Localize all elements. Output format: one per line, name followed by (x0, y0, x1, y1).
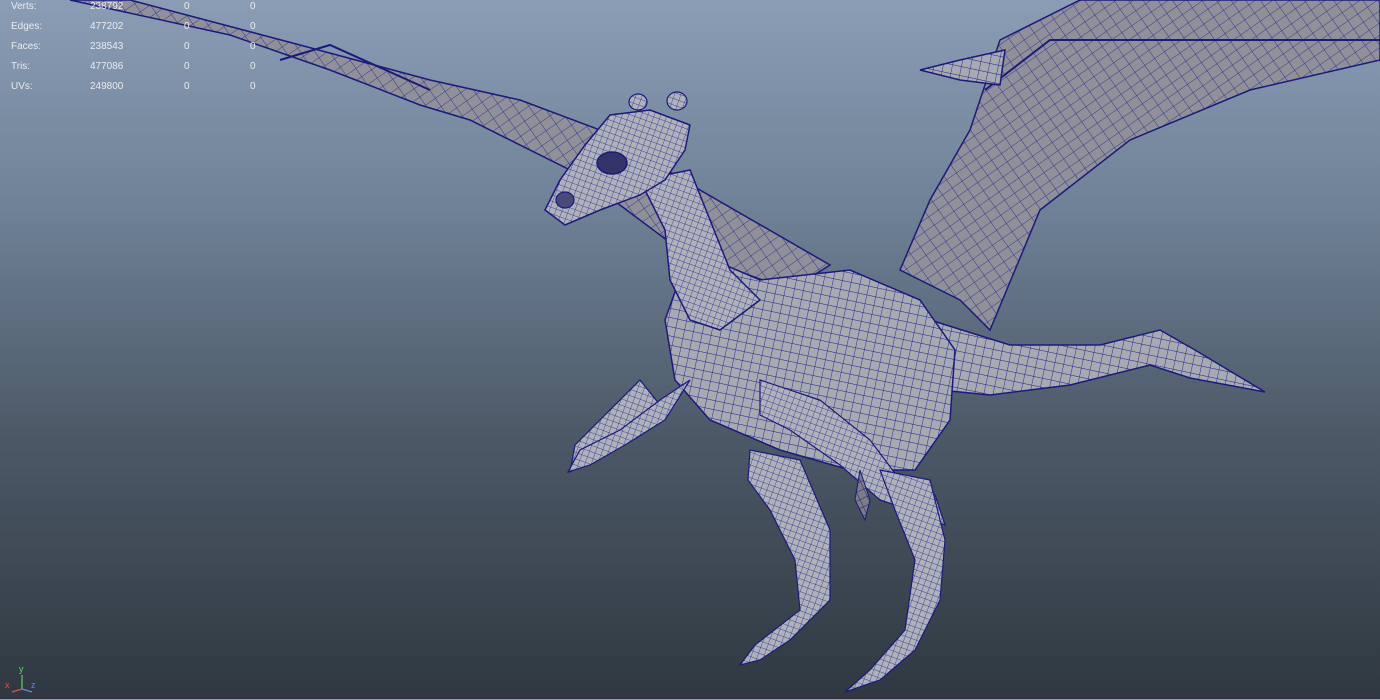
hud-row-uvs: UVs: 249800 0 0 (0, 80, 270, 100)
hud-row-faces: Faces: 238543 0 0 (0, 40, 270, 60)
axis-gizmo-icon (11, 675, 33, 693)
axis-y-label: y (19, 664, 24, 674)
tail (929, 318, 1266, 396)
hud-label: Edges: (11, 21, 43, 32)
hud-total: 477202 (90, 21, 124, 32)
hud-components: 0 (250, 21, 256, 32)
hud-selected: 0 (184, 41, 190, 52)
viewport-3d[interactable]: Verts: 238792 0 0 Edges: 477202 0 0 Face… (0, 0, 1380, 699)
poly-count-hud: Verts: 238792 0 0 Edges: 477202 0 0 Face… (0, 0, 270, 100)
hud-total: 238543 (90, 41, 124, 52)
right-wing (899, 0, 1380, 332)
dragon-mesh-wireframe[interactable] (0, 0, 1380, 699)
hud-components: 0 (250, 81, 256, 92)
hud-label: UVs: (11, 81, 33, 92)
hud-selected: 0 (184, 81, 190, 92)
hud-row-tris: Tris: 477086 0 0 (0, 60, 270, 80)
hud-label: Faces: (11, 41, 42, 52)
hud-total: 477086 (90, 61, 124, 72)
hud-label: Verts: (11, 1, 37, 12)
hud-selected: 0 (184, 61, 190, 72)
axis-gizmo: y x z (4, 665, 44, 695)
hud-total: 238792 (90, 1, 124, 12)
axis-z-label: z (31, 680, 36, 690)
axis-x-label: x (5, 680, 10, 690)
hud-label: Tris: (11, 61, 31, 72)
hud-components: 0 (250, 41, 256, 52)
hud-row-verts: Verts: 238792 0 0 (0, 0, 270, 20)
left-leg (738, 449, 831, 666)
hud-row-edges: Edges: 477202 0 0 (0, 20, 270, 40)
hud-components: 0 (250, 1, 256, 12)
hud-selected: 0 (184, 21, 190, 32)
hud-selected: 0 (184, 1, 190, 12)
hud-total: 249800 (90, 81, 124, 92)
hud-components: 0 (250, 61, 256, 72)
